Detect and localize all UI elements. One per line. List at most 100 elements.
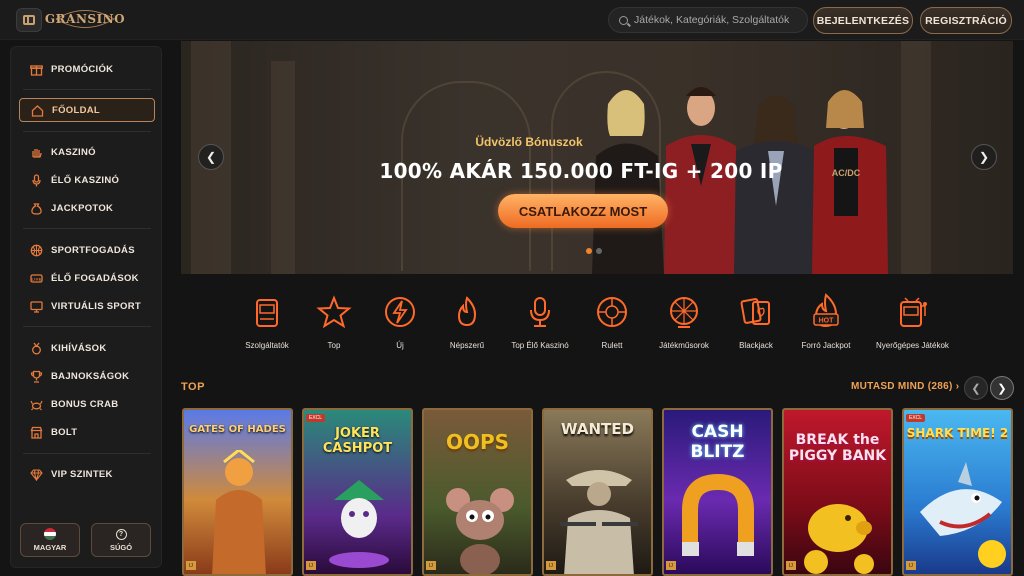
game-tile[interactable]: WANTED IJ — [542, 408, 653, 576]
game-tile[interactable]: EXCL JOKER CASHPOT IJ — [302, 408, 413, 576]
game-tile[interactable]: EXCL SHARK TIME! 2 IJ — [902, 408, 1013, 576]
sidebar-item-label: BONUS CRAB — [51, 398, 119, 410]
sidebar-item-vip-levels[interactable]: VIP SZINTEK — [19, 462, 155, 486]
game-tile[interactable]: BREAK the PIGGY BANK IJ — [782, 408, 893, 576]
join-now-button[interactable]: CSATLAKOZZ MOST — [498, 194, 668, 228]
sidebar-item-sports-betting[interactable]: SPORTFOGADÁS — [19, 238, 155, 262]
sidebar-item-tournaments[interactable]: BAJNOKSÁGOK — [19, 364, 155, 388]
game-tile[interactable]: GATES OF HADES IJ — [182, 408, 293, 576]
sidebar-item-bonus-crab[interactable]: BONUS CRAB — [19, 392, 155, 416]
sidebar-item-virtual-sport[interactable]: VIRTUÁLIS SPORT — [19, 294, 155, 318]
category-label: Blackjack — [739, 341, 773, 350]
hero-pagination — [586, 248, 602, 254]
sidebar-item-label: VIP SZINTEK — [51, 468, 113, 480]
monitor-icon — [29, 299, 43, 313]
chevron-left-icon: ❮ — [205, 150, 217, 164]
game-title: WANTED — [561, 420, 634, 438]
category-label: Népszerű — [449, 341, 485, 350]
sidebar-item-label: KIHÍVÁSOK — [51, 342, 107, 354]
category-top-live-casino[interactable]: Top Élő Kaszinó — [504, 292, 576, 350]
carousel-next-button[interactable]: ❯ — [990, 376, 1014, 400]
category-blackjack[interactable]: Blackjack — [720, 292, 792, 350]
sidebar-item-home[interactable]: FŐOLDAL — [19, 98, 155, 122]
sidebar-item-label: BAJNOKSÁGOK — [51, 370, 130, 382]
category-slot-games[interactable]: Nyerőgépes Játékok — [876, 292, 949, 350]
trophy-icon — [29, 369, 43, 383]
sidebar-item-promotions[interactable]: PROMÓCIÓK — [19, 57, 155, 81]
sidebar-item-label: VIRTUÁLIS SPORT — [51, 300, 142, 312]
help-button[interactable]: ? SÚGÓ — [91, 523, 151, 557]
money-bag-icon — [29, 201, 43, 215]
hero-prev-button[interactable]: ❮ — [198, 144, 224, 170]
shop-icon — [29, 425, 43, 439]
divider — [23, 89, 151, 90]
show-all-link[interactable]: MUTASD MIND (286) › — [851, 381, 959, 392]
hero-dot[interactable] — [596, 248, 602, 254]
category-popular[interactable]: Népszerű — [431, 292, 503, 350]
provider-badge: IJ — [546, 561, 556, 570]
language-button[interactable]: MAGYAR — [20, 523, 80, 557]
provider-badge: IJ — [786, 561, 796, 570]
sidebar-toggle-button[interactable] — [16, 8, 42, 32]
diamond-icon — [29, 467, 43, 481]
category-label: Új — [396, 341, 404, 350]
provider-badge: IJ — [666, 561, 676, 570]
sidebar-toggle-icon — [23, 15, 35, 25]
flame-icon — [447, 292, 487, 332]
gift-icon — [29, 62, 43, 76]
exclusive-badge: EXCL — [306, 414, 326, 422]
sidebar-item-shop[interactable]: BOLT — [19, 420, 155, 444]
search-box[interactable] — [608, 7, 808, 33]
category-hot-jackpot[interactable]: HOT Forró Jackpot — [790, 292, 862, 350]
hungary-flag-icon — [44, 528, 56, 540]
sidebar-item-live-betting[interactable]: LIVE ÉLŐ FOGADÁSOK — [19, 266, 155, 290]
hero-banner[interactable]: AC/DC Üdvözlő Bónuszok 100% AKÁR 150.000… — [181, 41, 1013, 274]
microphone-icon — [29, 173, 43, 187]
sidebar: PROMÓCIÓK FŐOLDAL KASZINÓ ÉLŐ KASZINÓ JA… — [10, 46, 162, 568]
game-character-art — [560, 470, 638, 574]
language-label: MAGYAR — [33, 543, 67, 552]
sidebar-item-label: PROMÓCIÓK — [51, 63, 114, 75]
logo-text: GRANSINO — [44, 12, 126, 26]
game-title: CASH BLITZ — [690, 422, 745, 462]
sidebar-item-jackpots[interactable]: JACKPOTOK — [19, 196, 155, 220]
provider-badge: IJ — [426, 561, 436, 570]
help-icon: ? — [115, 528, 127, 540]
sidebar-item-casino[interactable]: KASZINÓ — [19, 140, 155, 164]
show-all-label: MUTASD MIND (286) — [851, 381, 953, 392]
divider — [23, 131, 151, 132]
game-title: BREAK the PIGGY BANK — [788, 432, 887, 464]
category-roulette[interactable]: Rulett — [576, 292, 648, 350]
category-top[interactable]: Top — [298, 292, 370, 350]
game-character-art — [329, 480, 389, 568]
game-tile[interactable]: OOPS IJ — [422, 408, 533, 576]
chevron-right-icon: ❯ — [978, 150, 990, 164]
home-icon — [30, 103, 44, 117]
search-input[interactable] — [634, 14, 804, 26]
divider — [23, 228, 151, 229]
category-new[interactable]: Új — [364, 292, 436, 350]
register-button[interactable]: REGISZTRÁCIÓ — [920, 7, 1012, 34]
logo[interactable]: GRANSINO — [45, 4, 125, 34]
category-game-shows[interactable]: Játékműsorok — [648, 292, 720, 350]
help-label: SÚGÓ — [109, 542, 133, 552]
hero-next-button[interactable]: ❯ — [971, 144, 997, 170]
category-label: Top Élő Kaszinó — [511, 341, 569, 350]
wheel-icon — [664, 292, 704, 332]
category-label: Top — [327, 341, 341, 350]
carousel-prev-button[interactable]: ❮ — [964, 376, 988, 400]
game-title: GATES OF HADES — [189, 424, 286, 435]
category-label: Forró Jackpot — [801, 341, 851, 350]
login-button[interactable]: BEJELENTKEZÉS — [813, 7, 913, 34]
category-providers[interactable]: Szolgáltatók — [231, 292, 303, 350]
divider — [23, 453, 151, 454]
game-character-art — [446, 488, 514, 574]
lightning-icon — [380, 292, 420, 332]
cards-icon — [736, 292, 776, 332]
chevron-right-icon: › — [955, 381, 960, 392]
game-tile[interactable]: CASH BLITZ IJ — [662, 408, 773, 576]
sidebar-item-challenges[interactable]: KIHÍVÁSOK — [19, 336, 155, 360]
microphone-icon — [520, 292, 560, 332]
sidebar-item-live-casino[interactable]: ÉLŐ KASZINÓ — [19, 168, 155, 192]
hero-dot[interactable] — [586, 248, 592, 254]
